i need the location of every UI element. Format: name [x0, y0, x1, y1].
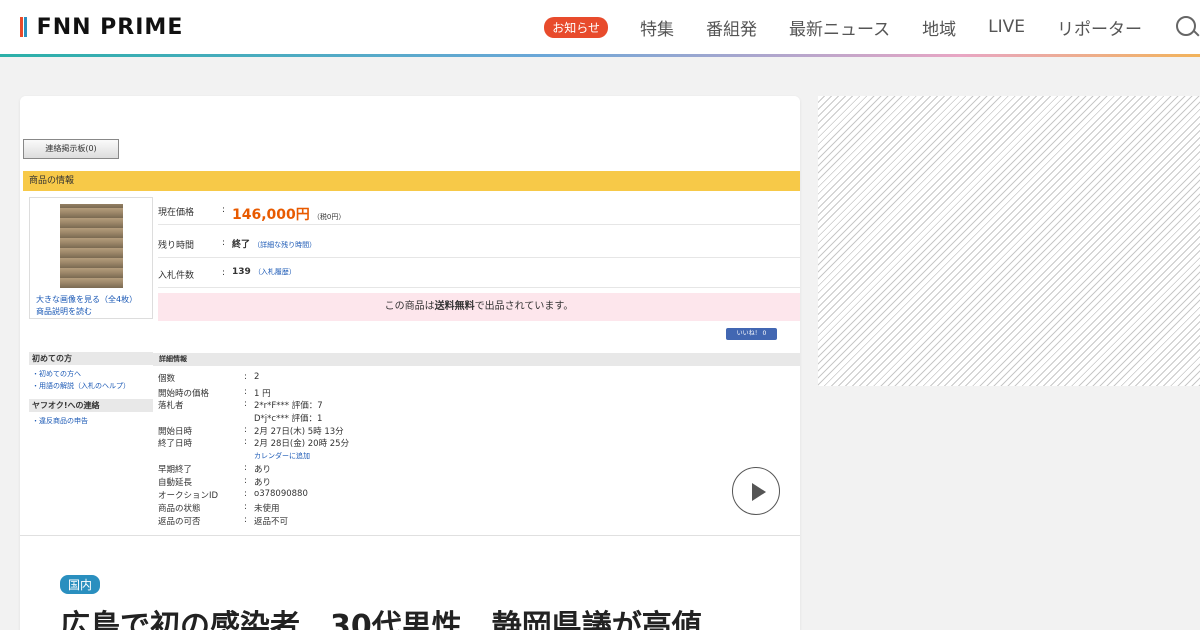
category-badge[interactable]: 国内	[60, 575, 101, 594]
info-title: 商品の情報	[23, 171, 800, 191]
row-key: 残り時間	[158, 241, 195, 251]
row-note: （入札履歴）	[253, 268, 296, 276]
row-colon: :	[222, 268, 226, 278]
nav-item-latest-news[interactable]: 最新ニュース	[789, 15, 890, 40]
detail-key: 早期終了	[158, 465, 193, 475]
detail-value: 未使用	[254, 504, 280, 514]
side-link: ・違反商品の申告	[32, 417, 88, 425]
detail-value: D*j*c*** 評価：1	[254, 414, 323, 424]
detail-key: 自動延長	[158, 478, 193, 488]
detail-value: 返品不可	[254, 517, 289, 527]
article-card: 連絡掲示板(0) 商品の情報 大きな画像を見る（全4枚） 商品説明を読む 現在価…	[20, 96, 800, 630]
nav-item-features[interactable]: 特集	[640, 15, 674, 40]
price-value: 146,000円	[232, 207, 310, 223]
row-remaining-time: 残り時間 : 終了 （詳細な残り時間）	[158, 228, 800, 258]
detail-colon: :	[244, 387, 247, 397]
detail-key: 終了日時	[158, 439, 193, 449]
row-value-text: 139	[232, 267, 251, 277]
row-key: 現在価格	[158, 208, 195, 218]
row-note: （詳細な残り時間）	[253, 241, 317, 249]
logo-blue-bar	[24, 17, 27, 37]
detail-colon: :	[244, 437, 247, 447]
nav-item-programs[interactable]: 番組発	[706, 15, 757, 40]
row-value: 139 （入札履歴）	[232, 267, 296, 277]
detail-key: 商品の状態	[158, 504, 201, 514]
thumbnail-box: 大きな画像を見る（全4枚） 商品説明を読む	[29, 197, 153, 319]
row-value-text: 終了	[232, 240, 251, 250]
free-shipping-banner: この商品は送料無料で出品されています。	[158, 293, 800, 321]
detail-key: オークションID	[158, 491, 219, 501]
article-headline[interactable]: 広島で初の感染者…30代男性 静岡県議が高値	[60, 601, 780, 630]
detail-key: 返品の可否	[158, 517, 201, 527]
header-stripe	[0, 54, 1200, 57]
logo-red-bar	[20, 17, 23, 37]
detail-value: あり	[254, 478, 272, 488]
detail-value: 2*r*F*** 評価：7	[254, 401, 323, 411]
row-value: 146,000円 （税0円）	[232, 204, 345, 224]
row-colon: :	[222, 205, 226, 215]
article-image[interactable]: 連絡掲示板(0) 商品の情報 大きな画像を見る（全4枚） 商品説明を読む 現在価…	[20, 96, 800, 536]
detail-value: 2月 27日(木) 5時 13分	[254, 427, 344, 437]
ad-placeholder	[818, 96, 1200, 386]
side-heading-beginners: 初めての方	[29, 352, 153, 365]
main-nav: お知らせ 特集 番組発 最新ニュース 地域 LIVE リポーター	[544, 0, 1200, 54]
detail-colon: :	[244, 425, 247, 435]
row-current-price: 現在価格 : 146,000円 （税0円）	[158, 195, 800, 225]
logo-text: FNN PRIME	[36, 15, 184, 40]
board-button: 連絡掲示板(0)	[23, 139, 119, 159]
side-heading-contact: ヤフオク!への連絡	[29, 399, 153, 412]
row-bid-count: 入札件数 : 139 （入札履歴）	[158, 258, 800, 288]
nav-item-reporter[interactable]: リポーター	[1057, 15, 1142, 40]
detail-value: あり	[254, 465, 272, 475]
free-shipping-pre: この商品は	[384, 301, 435, 312]
detail-colon: :	[244, 489, 247, 499]
detail-value: 2	[254, 372, 260, 382]
row-key: 入札件数	[158, 271, 195, 281]
row-colon: :	[222, 238, 226, 248]
detail-colon: :	[244, 399, 247, 409]
detail-colon: :	[244, 515, 247, 525]
nav-item-region[interactable]: 地域	[922, 15, 956, 40]
like-button: いいね！ 0	[726, 328, 777, 340]
detail-key: 落札者	[158, 401, 184, 411]
detail-key: 個数	[158, 374, 176, 384]
free-shipping-post: で出品されています。	[474, 301, 574, 312]
detail-colon: :	[244, 372, 247, 382]
play-button[interactable]	[732, 467, 780, 515]
thumb-link-large-image: 大きな画像を見る（全4枚）	[36, 295, 138, 304]
detail-value: 1 円	[254, 389, 271, 399]
price-note: （税0円）	[312, 213, 346, 221]
detail-heading: 詳細情報	[153, 353, 800, 366]
detail-colon: :	[244, 502, 247, 512]
site-logo[interactable]: FNN PRIME	[20, 15, 183, 40]
row-value: 終了 （詳細な残り時間）	[232, 237, 316, 250]
thumb-link-description: 商品説明を読む	[36, 307, 92, 316]
site-header: FNN PRIME お知らせ 特集 番組発 最新ニュース 地域 LIVE リポー…	[0, 0, 1200, 54]
detail-colon: :	[244, 463, 247, 473]
search-icon[interactable]	[1174, 14, 1200, 40]
free-shipping-bold: 送料無料	[434, 301, 475, 312]
product-thumbnail	[60, 204, 123, 288]
detail-key: 開始日時	[158, 427, 193, 437]
detail-value: o378090880	[254, 489, 308, 499]
side-link: ・用語の解説（入札のヘルプ）	[32, 382, 130, 390]
nav-item-live[interactable]: LIVE	[988, 17, 1025, 37]
detail-key: 開始時の価格	[158, 389, 210, 399]
calendar-link: カレンダーに追加	[254, 452, 310, 460]
side-link: ・初めての方へ	[32, 370, 81, 378]
detail-value: 2月 28日(金) 20時 25分	[254, 439, 350, 449]
notice-badge[interactable]: お知らせ	[544, 16, 608, 38]
detail-colon: :	[244, 476, 247, 486]
